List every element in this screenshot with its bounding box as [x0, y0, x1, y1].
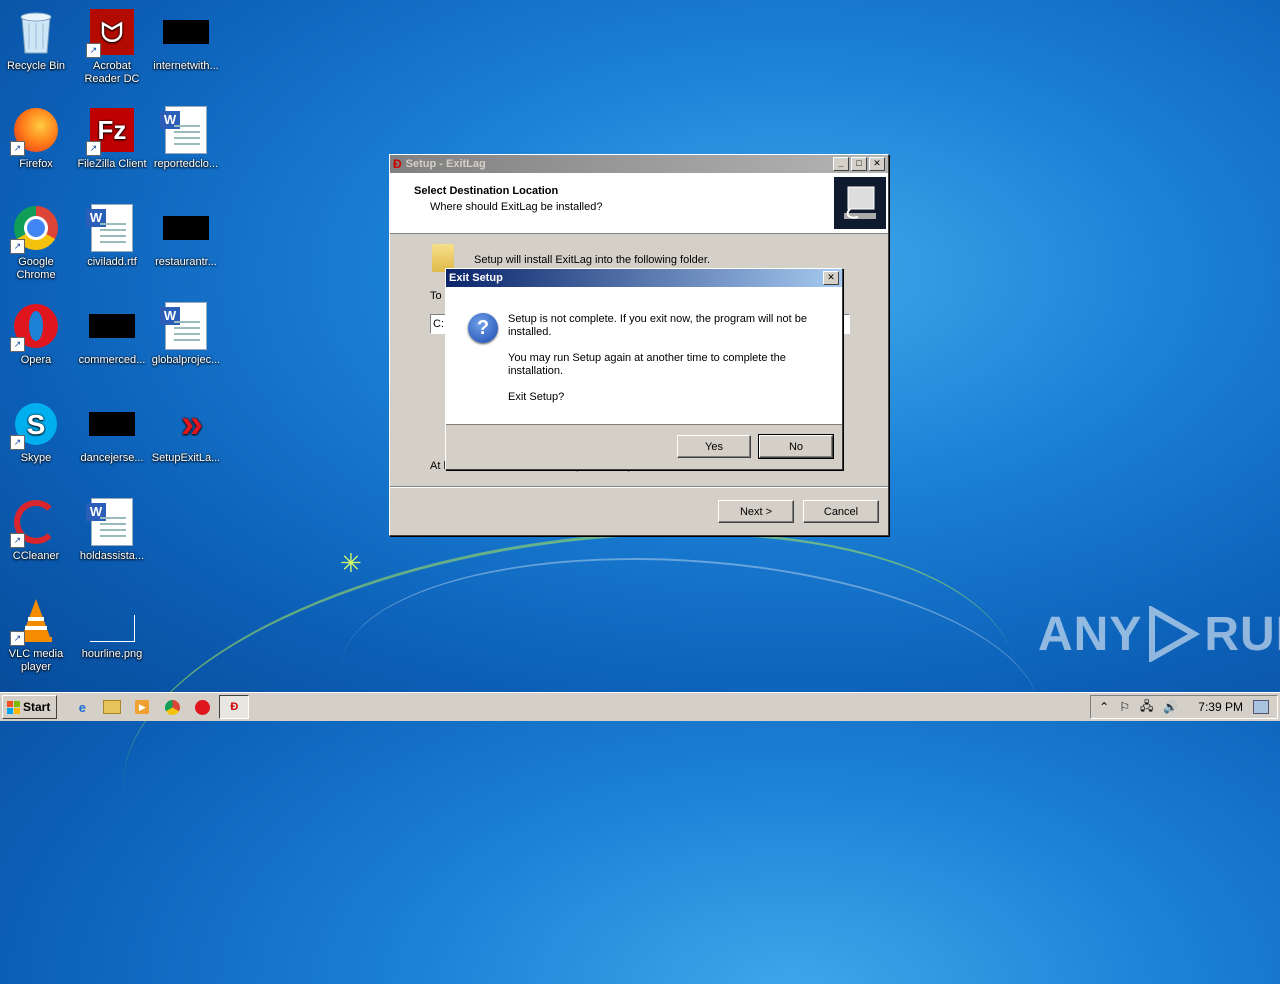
- exit-message-1: Setup is not complete. If you exit now, …: [508, 313, 807, 338]
- minimize-button[interactable]: _: [833, 157, 849, 171]
- folder-icon[interactable]: [103, 698, 122, 716]
- no-button[interactable]: No: [758, 434, 834, 459]
- desktop-icon-internetwith[interactable]: internetwith...: [148, 4, 224, 73]
- desktop-icon-holdassista[interactable]: W holdassista...: [74, 494, 150, 563]
- desktop-icon-globalprojec[interactable]: W globalprojec...: [148, 298, 224, 367]
- desktop-icon-civiladd[interactable]: W civiladd.rtf: [74, 200, 150, 269]
- exit-dialog-footer: Yes No: [446, 424, 842, 468]
- desktop-icon-recycle-bin[interactable]: Recycle Bin: [0, 4, 74, 73]
- close-button[interactable]: ✕: [869, 157, 885, 171]
- start-label: Start: [23, 700, 51, 714]
- chrome-icon: ↗: [10, 204, 60, 254]
- word-document-icon: W: [160, 106, 210, 154]
- exit-dialog-title: Exit Setup: [449, 272, 503, 284]
- system-tray: ⌃ ⚐ 🖧 🔊 7:39 PM: [1090, 695, 1278, 719]
- setup-subheading: Where should ExitLag be installed?: [430, 201, 603, 213]
- redacted-thumbnail: [162, 8, 210, 56]
- vlc-icon: ↗: [10, 596, 60, 646]
- exitlag-icon: Ð: [230, 701, 239, 713]
- continue-text: To: [430, 290, 442, 302]
- word-document-icon: W: [86, 204, 136, 252]
- desktop-icon-setupexitlag[interactable]: » SetupExitLa...: [148, 396, 224, 465]
- desktop-icon-firefox[interactable]: ↗ Firefox: [0, 102, 74, 171]
- start-button[interactable]: Start: [2, 695, 58, 719]
- network-icon[interactable]: 🖧: [1140, 697, 1153, 718]
- action-center-flag-icon[interactable]: ⚐: [1119, 700, 1130, 714]
- show-desktop-button[interactable]: [1253, 700, 1269, 714]
- exit-dialog-titlebar[interactable]: Exit Setup ✕: [446, 269, 842, 287]
- redacted-thumbnail: [162, 204, 210, 252]
- word-document-icon: W: [86, 498, 136, 546]
- windows-logo-icon: [7, 700, 20, 714]
- setup-title: Setup - ExitLag: [405, 158, 486, 170]
- filezilla-icon: Fz ↗: [86, 106, 136, 156]
- opera-icon: ↗: [10, 302, 60, 352]
- setup-titlebar[interactable]: Ð Setup - ExitLag _ □ ✕: [390, 155, 888, 173]
- opera-icon[interactable]: [193, 698, 211, 716]
- internet-explorer-icon[interactable]: e: [73, 698, 91, 716]
- desktop-icon-filezilla[interactable]: Fz ↗ FileZilla Client: [74, 102, 150, 171]
- recycle-bin-icon: [12, 8, 60, 56]
- ccleaner-icon: ↗: [10, 498, 60, 548]
- media-player-icon[interactable]: ▶: [133, 698, 151, 716]
- watermark-text-run: RUN: [1204, 607, 1280, 661]
- show-hidden-icons-button[interactable]: ⌃: [1099, 700, 1109, 714]
- desktop-icon-vlc[interactable]: ↗ VLC media player: [0, 592, 74, 674]
- desktop-icon-restaurantr[interactable]: restaurantr...: [148, 200, 224, 269]
- exit-dialog-body: ? Setup is not complete. If you exit now…: [446, 287, 842, 424]
- image-file-icon: [88, 596, 136, 644]
- question-icon: ?: [468, 313, 498, 343]
- desktop-icon-chrome[interactable]: ↗ Google Chrome: [0, 200, 74, 282]
- setup-heading: Select Destination Location: [414, 185, 559, 197]
- chrome-icon[interactable]: [163, 698, 181, 716]
- wallpaper-sparkle: ✳: [340, 548, 362, 578]
- setup-footer: Next > Cancel: [390, 486, 888, 535]
- maximize-button[interactable]: □: [851, 157, 867, 171]
- play-triangle-icon: [1149, 606, 1201, 662]
- clock[interactable]: 7:39 PM: [1198, 700, 1243, 714]
- exitlag-icon: Ð: [393, 157, 402, 171]
- cancel-button[interactable]: Cancel: [803, 500, 879, 523]
- desktop-icon-hourline[interactable]: hourline.png: [74, 592, 150, 661]
- acrobat-icon: ᗢ ↗: [86, 8, 136, 58]
- taskbar: Start e ▶ Ð ⌃ ⚐ 🖧 🔊 7:39 PM: [0, 692, 1280, 721]
- volume-icon[interactable]: 🔊: [1163, 700, 1178, 714]
- installer-computer-icon: [834, 177, 886, 229]
- desktop-icon-reportedclo[interactable]: W reportedclo...: [148, 102, 224, 171]
- desktop-icon-ccleaner[interactable]: ↗ CCleaner: [0, 494, 74, 563]
- desktop-icon-acrobat[interactable]: ᗢ ↗ Acrobat Reader DC: [74, 4, 150, 86]
- exitlag-icon: »: [180, 401, 204, 446]
- install-text: Setup will install ExitLag into the foll…: [474, 254, 711, 266]
- desktop-icon-dancejerse[interactable]: dancejerse...: [74, 396, 150, 465]
- watermark-text-any: ANY: [1038, 607, 1143, 661]
- desktop-icon-commerced[interactable]: commerced...: [74, 298, 150, 367]
- redacted-thumbnail: [88, 302, 136, 350]
- anyrun-watermark: ANY RUN: [1038, 606, 1280, 662]
- exit-message-2: You may run Setup again at another time …: [508, 352, 786, 377]
- word-document-icon: W: [160, 302, 210, 350]
- next-button[interactable]: Next >: [718, 500, 794, 523]
- close-button[interactable]: ✕: [823, 271, 839, 285]
- taskbar-item-exitlag[interactable]: Ð: [219, 695, 250, 719]
- firefox-icon: ↗: [10, 106, 60, 156]
- skype-icon: S ↗: [10, 400, 60, 450]
- desktop-icon-skype[interactable]: S ↗ Skype: [0, 396, 74, 465]
- exit-setup-dialog: Exit Setup ✕ ? Setup is not complete. If…: [445, 268, 843, 470]
- setup-header: Select Destination Location Where should…: [390, 173, 888, 234]
- redacted-thumbnail: [88, 400, 136, 448]
- desktop-icon-opera[interactable]: ↗ Opera: [0, 298, 74, 367]
- yes-button[interactable]: Yes: [677, 435, 751, 458]
- exit-question: Exit Setup?: [508, 391, 565, 403]
